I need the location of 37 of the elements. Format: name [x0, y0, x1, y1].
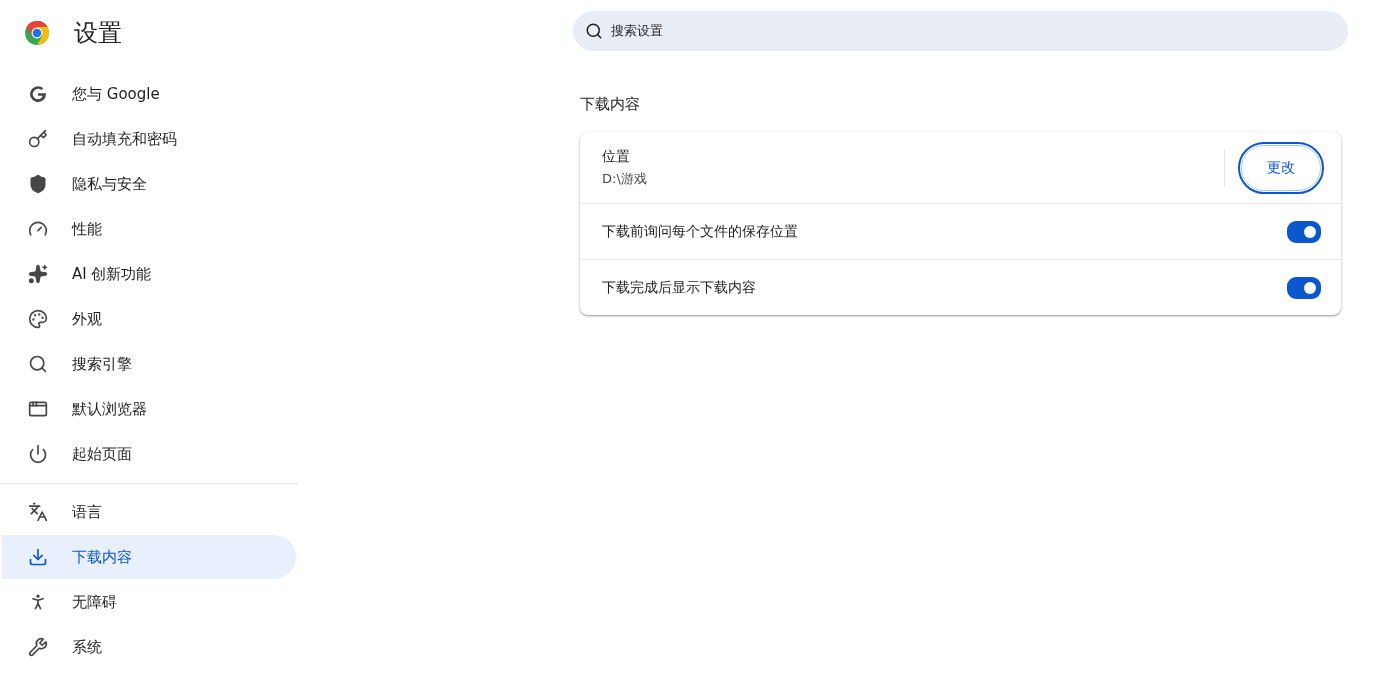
- sidebar-item[interactable]: 下载内容: [2, 535, 296, 579]
- sidebar-item[interactable]: 系统: [2, 625, 296, 669]
- sidebar-item[interactable]: 您与 Google: [2, 72, 296, 116]
- setting-label: 位置: [602, 147, 631, 166]
- g-logo-icon: [28, 84, 48, 104]
- setting-label: 下载前询问每个文件的保存位置: [602, 222, 799, 241]
- search-icon: [28, 354, 48, 374]
- sidebar-item[interactable]: AI 创新功能: [2, 252, 296, 296]
- sidebar-item[interactable]: 隐私与安全: [2, 162, 296, 206]
- download-icon: [28, 547, 48, 567]
- toggle-switch[interactable]: [1287, 276, 1321, 299]
- window-icon: [28, 399, 48, 419]
- sidebar-item[interactable]: 性能: [2, 207, 296, 251]
- sidebar-item[interactable]: 默认浏览器: [2, 387, 296, 431]
- sidebar-item[interactable]: 无障碍: [2, 580, 296, 624]
- key-icon: [28, 129, 48, 149]
- location-path: D:\游戏: [602, 169, 648, 188]
- sidebar-item[interactable]: 语言: [2, 490, 296, 534]
- browser-logo-icon: [24, 20, 50, 46]
- translate-icon: [28, 502, 48, 522]
- section-title: 下载内容: [580, 95, 640, 114]
- sidebar-item[interactable]: 外观: [2, 297, 296, 341]
- shield-icon: [28, 174, 48, 194]
- toggle-switch[interactable]: [1287, 220, 1321, 243]
- palette-icon: [28, 309, 48, 329]
- sidebar-item[interactable]: 起始页面: [2, 432, 296, 476]
- sidebar-item[interactable]: 搜索引擎: [2, 342, 296, 386]
- search-field[interactable]: 搜索设置: [573, 11, 1348, 51]
- power-icon: [28, 444, 48, 464]
- gauge-icon: [28, 219, 48, 239]
- search-icon: [585, 22, 603, 40]
- wrench-icon: [28, 637, 48, 657]
- sparkles-icon: [28, 264, 48, 284]
- sidebar-item[interactable]: 自动填充和密码: [2, 117, 296, 161]
- change-button[interactable]: 更改: [1241, 144, 1321, 191]
- setting-label: 下载完成后显示下载内容: [602, 278, 757, 297]
- page-title: 设置: [74, 18, 122, 49]
